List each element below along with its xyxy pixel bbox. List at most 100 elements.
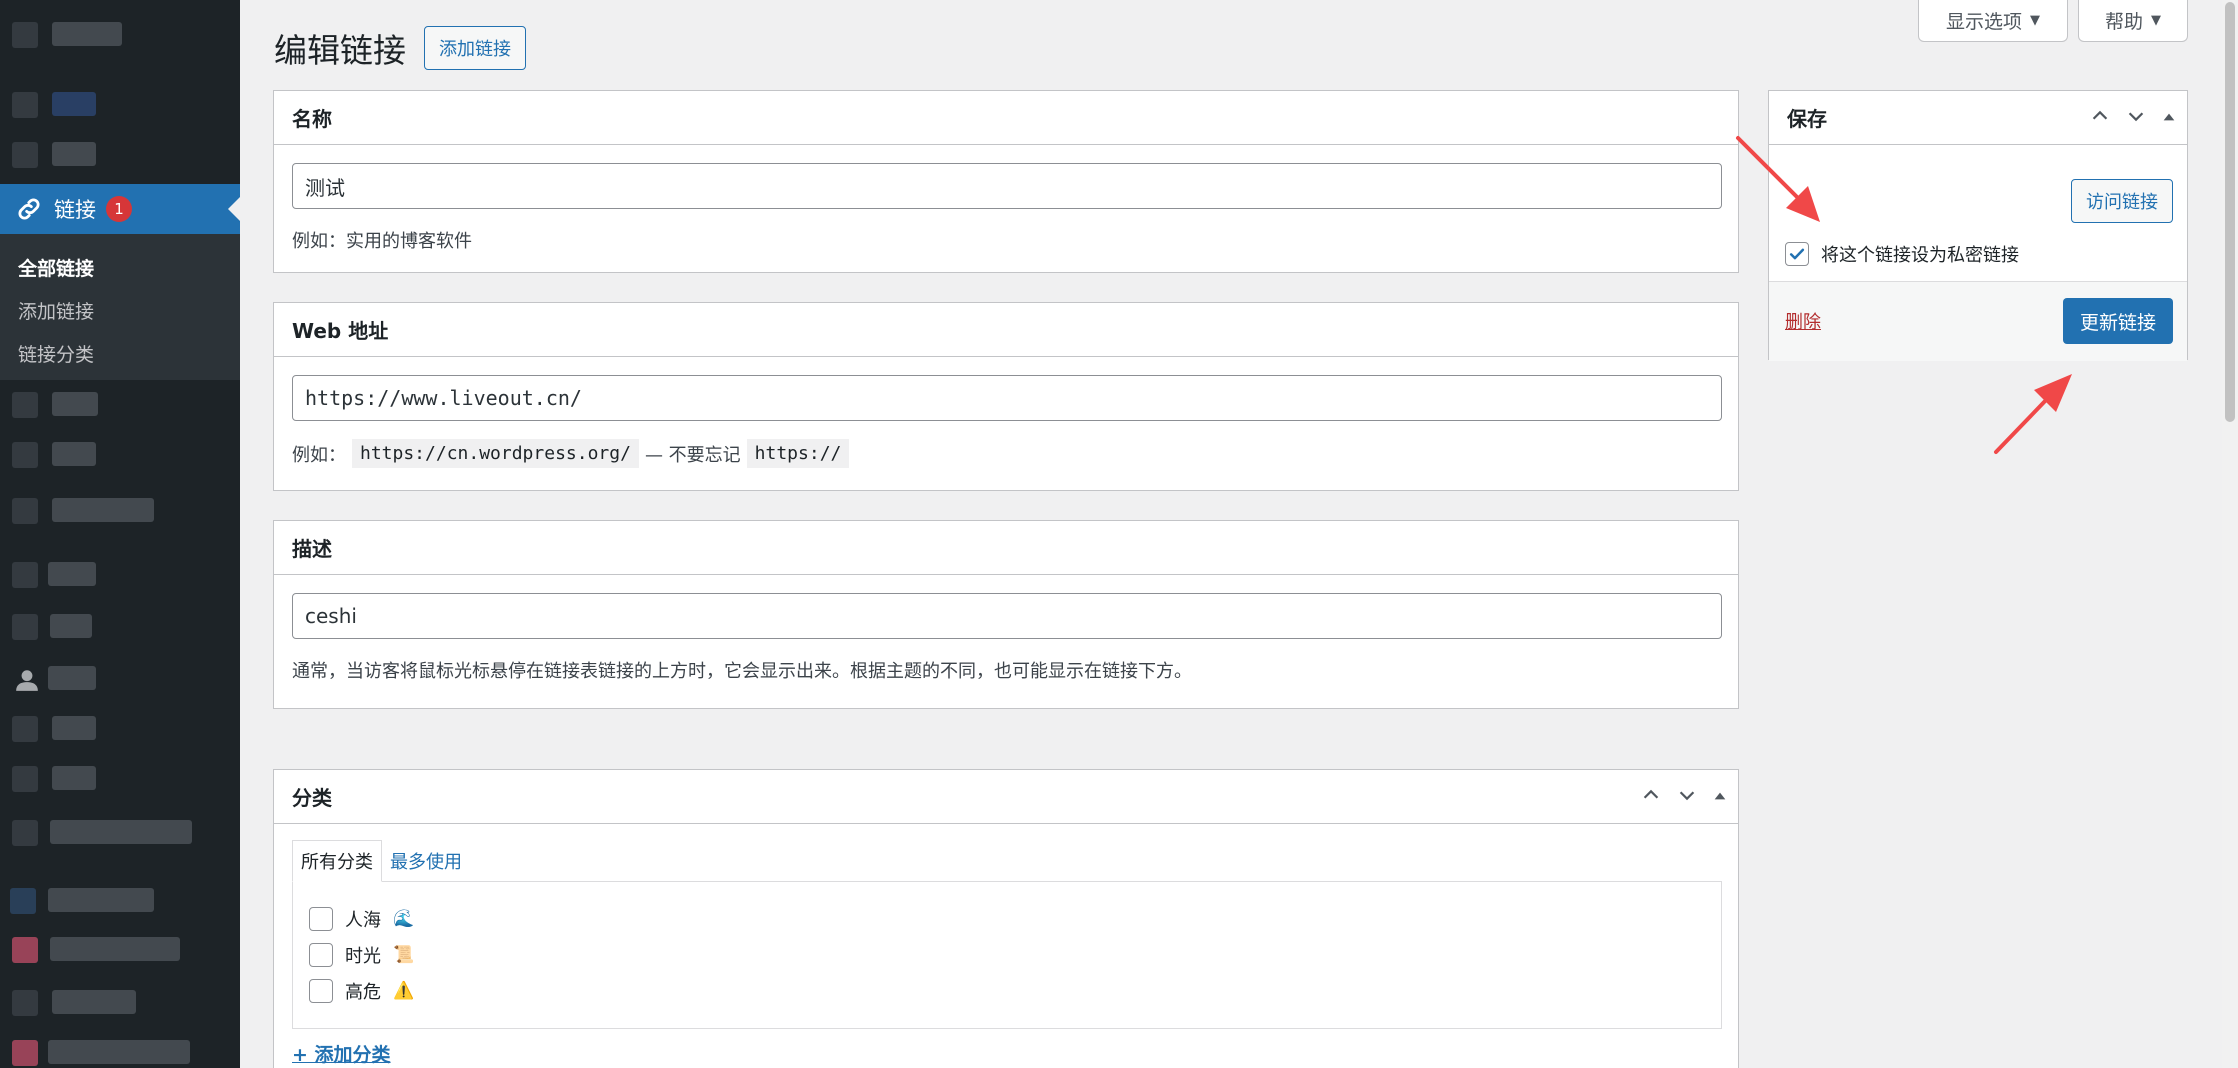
move-up-icon[interactable] bbox=[1640, 784, 1662, 811]
description-hint: 通常，当访客将鼠标光标悬停在链接表链接的上方时，它会显示出来。根据主题的不同，也… bbox=[292, 661, 1192, 682]
active-indicator bbox=[228, 197, 240, 221]
menu-item-blurred[interactable] bbox=[48, 888, 154, 912]
move-down-icon[interactable] bbox=[2125, 105, 2147, 132]
category-checklist: 人海 🌊 时光 📜 高危 ⚠️ bbox=[292, 881, 1722, 1029]
category-tabs: 所有分类 最多使用 bbox=[292, 840, 470, 882]
menu-item-blurred[interactable] bbox=[52, 22, 122, 46]
menu-item-blurred-icon[interactable] bbox=[12, 766, 38, 792]
category-label: 人海 bbox=[345, 910, 381, 931]
menu-item-blurred[interactable] bbox=[50, 820, 192, 844]
menu-item-blurred-icon[interactable] bbox=[12, 1040, 38, 1066]
postbox-title: Web 地址 bbox=[274, 303, 1738, 357]
private-label: 将这个链接设为私密链接 bbox=[1821, 245, 2019, 266]
menu-item-blurred-icon[interactable] bbox=[12, 442, 38, 468]
link-url-input[interactable]: https://www.liveout.cn/ bbox=[292, 375, 1722, 421]
page-scrollbar[interactable] bbox=[2222, 0, 2238, 1068]
menu-item-blurred[interactable] bbox=[52, 766, 96, 790]
tab-most-used[interactable]: 最多使用 bbox=[382, 840, 470, 882]
name-postbox: 名称 测试 例如：实用的博客软件 bbox=[273, 90, 1739, 273]
screen-options-button[interactable]: 显示选项 ▼ bbox=[1918, 0, 2068, 42]
url-hint-prefix: 例如： bbox=[292, 444, 346, 466]
menu-item-blurred[interactable] bbox=[52, 442, 96, 466]
sidebar-submenu: 全部链接 添加链接 链接分类 bbox=[0, 234, 240, 380]
menu-item-blurred-icon[interactable] bbox=[12, 392, 38, 418]
menu-item-blurred[interactable] bbox=[52, 392, 98, 416]
user-icon bbox=[14, 667, 40, 698]
menu-item-blurred-icon[interactable] bbox=[10, 888, 36, 914]
menu-item-blurred-icon[interactable] bbox=[12, 92, 38, 118]
caret-down-icon: ▼ bbox=[2030, 13, 2040, 28]
tab-all-categories[interactable]: 所有分类 bbox=[292, 840, 382, 882]
menu-item-blurred-icon[interactable] bbox=[12, 990, 38, 1016]
menu-item-blurred[interactable] bbox=[52, 142, 96, 166]
checkmark-icon bbox=[1789, 248, 1805, 260]
category-label: 时光 bbox=[345, 946, 381, 967]
postbox-title: 分类 bbox=[274, 770, 1738, 824]
menu-item-blurred-icon[interactable] bbox=[12, 142, 38, 168]
menu-item-blurred-icon[interactable] bbox=[12, 22, 38, 48]
help-label: 帮助 bbox=[2104, 11, 2143, 33]
move-down-icon[interactable] bbox=[1676, 784, 1698, 811]
postbox-title: 名称 bbox=[274, 91, 1738, 145]
update-link-button[interactable]: 更新链接 bbox=[2062, 298, 2173, 344]
menu-item-blurred[interactable] bbox=[52, 92, 96, 116]
link-name-input[interactable]: 测试 bbox=[292, 163, 1722, 209]
menu-item-blurred-icon[interactable] bbox=[12, 498, 38, 524]
screen-options-label: 显示选项 bbox=[1945, 11, 2022, 33]
notification-badge: 1 bbox=[106, 196, 132, 222]
warning-emoji: ⚠️ bbox=[393, 981, 415, 1001]
menu-item-blurred[interactable] bbox=[52, 990, 136, 1014]
private-checkbox[interactable] bbox=[1785, 242, 1809, 266]
menu-item-blurred-icon[interactable] bbox=[12, 820, 38, 846]
category-checkbox[interactable] bbox=[309, 979, 333, 1003]
submenu-all-links[interactable]: 全部链接 bbox=[18, 254, 94, 281]
link-description-input[interactable]: ceshi bbox=[292, 593, 1722, 639]
category-postbox: 分类 所有分类 最多使用 人海 🌊 时光 📜 高危 ⚠️ + 添加分类 bbox=[273, 769, 1739, 1068]
delete-link[interactable]: 删除 bbox=[1785, 308, 1821, 334]
link-icon bbox=[14, 194, 44, 224]
wave-emoji: 🌊 bbox=[393, 909, 415, 929]
major-publishing-actions: 删除 更新链接 bbox=[1769, 281, 2187, 361]
menu-item-blurred[interactable] bbox=[48, 666, 96, 690]
visit-link-button[interactable]: 访问链接 bbox=[2071, 179, 2173, 223]
sidebar-item-links[interactable]: 链接 1 bbox=[0, 184, 240, 234]
menu-item-blurred[interactable] bbox=[50, 614, 92, 638]
url-hint: 例如： https://cn.wordpress.org/ — 不要忘记 htt… bbox=[292, 439, 1722, 468]
private-link-option[interactable]: 将这个链接设为私密链接 bbox=[1785, 241, 2019, 267]
url-hint-middle: — 不要忘记 bbox=[644, 444, 741, 466]
protocol-code: https:// bbox=[746, 439, 850, 468]
add-category-link[interactable]: + 添加分类 bbox=[292, 1040, 391, 1067]
menu-item-blurred[interactable] bbox=[48, 562, 96, 586]
category-item[interactable]: 时光 📜 bbox=[309, 942, 414, 968]
category-checkbox[interactable] bbox=[309, 943, 333, 967]
collapse-toggle-icon[interactable] bbox=[1712, 785, 1728, 809]
menu-item-blurred-icon[interactable] bbox=[12, 716, 38, 742]
submenu-link-categories[interactable]: 链接分类 bbox=[18, 340, 94, 367]
category-checkbox[interactable] bbox=[309, 907, 333, 931]
menu-item-blurred[interactable] bbox=[48, 1040, 190, 1064]
move-up-icon[interactable] bbox=[2089, 105, 2111, 132]
add-new-link-button[interactable]: 添加链接 bbox=[424, 26, 526, 70]
admin-sidebar: 链接 1 全部链接 添加链接 链接分类 bbox=[0, 0, 240, 1068]
scrollbar-thumb[interactable] bbox=[2225, 2, 2235, 422]
menu-item-blurred-icon[interactable] bbox=[12, 614, 38, 640]
menu-item-blurred[interactable] bbox=[52, 498, 154, 522]
menu-item-blurred-icon[interactable] bbox=[12, 937, 38, 963]
name-hint: 例如：实用的博客软件 bbox=[292, 231, 472, 252]
annotation-arrow-icon bbox=[1994, 374, 2072, 454]
category-item[interactable]: 高危 ⚠️ bbox=[309, 978, 414, 1004]
save-title: 保存 bbox=[1787, 107, 1827, 131]
url-example-code: https://cn.wordpress.org/ bbox=[352, 439, 639, 468]
postbox-title: 描述 bbox=[274, 521, 1738, 575]
collapse-toggle-icon[interactable] bbox=[2161, 106, 2177, 130]
menu-item-blurred[interactable] bbox=[52, 716, 96, 740]
help-button[interactable]: 帮助 ▼ bbox=[2078, 0, 2188, 42]
menu-item-blurred-icon[interactable] bbox=[12, 562, 38, 588]
page-title: 编辑链接 bbox=[274, 31, 406, 70]
category-item[interactable]: 人海 🌊 bbox=[309, 906, 414, 932]
category-label: 高危 bbox=[345, 982, 381, 1003]
caret-down-icon: ▼ bbox=[2151, 13, 2161, 28]
menu-item-blurred[interactable] bbox=[50, 937, 180, 961]
category-title: 分类 bbox=[292, 786, 332, 810]
submenu-add-link[interactable]: 添加链接 bbox=[18, 297, 94, 324]
